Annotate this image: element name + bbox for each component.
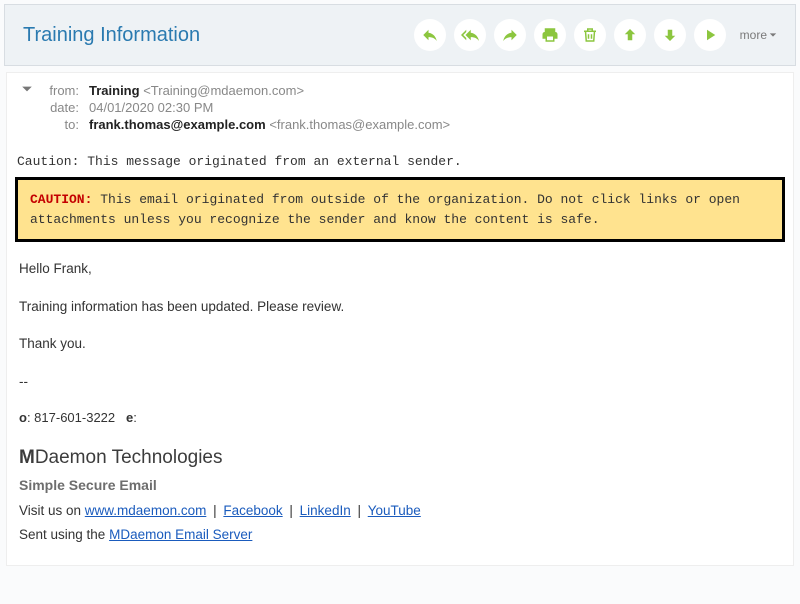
external-warning-banner: CAUTION: This email originated from outs… xyxy=(15,177,785,242)
company-tagline: Simple Secure Email xyxy=(19,474,781,496)
play-icon xyxy=(701,26,719,44)
chevron-down-icon xyxy=(21,83,33,95)
contact-line: o: 817-601-3222 e: xyxy=(19,408,781,429)
visit-prefix: Visit us on xyxy=(19,503,85,518)
from-value: Training <Training@mdaemon.com> xyxy=(89,83,304,98)
social-links: Visit us on www.mdaemon.com | Facebook |… xyxy=(19,500,781,522)
delete-button[interactable] xyxy=(574,19,606,51)
previous-button[interactable] xyxy=(614,19,646,51)
forward-icon xyxy=(501,26,519,44)
reply-button[interactable] xyxy=(414,19,446,51)
link-website[interactable]: www.mdaemon.com xyxy=(85,503,207,518)
thanks: Thank you. xyxy=(19,333,781,355)
message-body: Caution: This message originated from an… xyxy=(6,144,794,566)
header-date-row: date: 04/01/2020 02:30 PM xyxy=(21,100,773,115)
email-content: Hello Frank, Training information has be… xyxy=(7,252,793,565)
message-headers: from: Training <Training@mdaemon.com> da… xyxy=(6,72,794,144)
link-youtube[interactable]: YouTube xyxy=(368,503,421,518)
body-line-1: Training information has been updated. P… xyxy=(19,296,781,318)
to-address: <frank.thomas@example.com> xyxy=(269,117,450,132)
forward-button[interactable] xyxy=(494,19,526,51)
more-menu[interactable]: more xyxy=(740,28,777,42)
plain-caution-line: Caution: This message originated from an… xyxy=(7,144,793,175)
company-block: MDaemon Technologies Simple Secure Email xyxy=(19,443,781,496)
email-value: : xyxy=(133,410,137,425)
warning-prefix: CAUTION: xyxy=(30,192,92,207)
to-value: frank.thomas@example.com <frank.thomas@e… xyxy=(89,117,450,132)
from-name: Training xyxy=(89,83,140,98)
date-value: 04/01/2020 02:30 PM xyxy=(89,100,213,115)
reply-all-icon xyxy=(461,26,479,44)
office-label: o xyxy=(19,410,27,425)
down-arrow-icon xyxy=(661,26,679,44)
header-to-row: to: frank.thomas@example.com <frank.thom… xyxy=(21,117,773,132)
sent-using: Sent using the MDaemon Email Server xyxy=(19,524,781,546)
link-facebook[interactable]: Facebook xyxy=(223,503,282,518)
signature-separator: -- xyxy=(19,371,781,393)
delete-icon xyxy=(581,26,599,44)
to-label: to: xyxy=(39,117,79,132)
print-button[interactable] xyxy=(534,19,566,51)
next-button[interactable] xyxy=(654,19,686,51)
link-mdaemon-server[interactable]: MDaemon Email Server xyxy=(109,527,252,542)
subject-title: Training Information xyxy=(23,24,200,47)
from-label: from: xyxy=(39,83,79,98)
company-name: MDaemon Technologies xyxy=(19,443,781,473)
from-address: <Training@mdaemon.com> xyxy=(143,83,304,98)
greeting: Hello Frank, xyxy=(19,258,781,280)
expand-headers-toggle[interactable] xyxy=(21,83,35,98)
reply-all-button[interactable] xyxy=(454,19,486,51)
warning-text: This email originated from outside of th… xyxy=(30,192,740,227)
reply-icon xyxy=(421,26,439,44)
date-label: date: xyxy=(39,100,79,115)
up-arrow-icon xyxy=(621,26,639,44)
office-phone: : 817-601-3222 xyxy=(27,410,115,425)
chevron-down-icon xyxy=(769,31,777,39)
link-linkedin[interactable]: LinkedIn xyxy=(300,503,351,518)
toolbar-actions: more xyxy=(414,19,777,51)
to-name: frank.thomas@example.com xyxy=(89,117,266,132)
header-from-row: from: Training <Training@mdaemon.com> xyxy=(21,83,773,98)
more-label: more xyxy=(740,28,767,42)
play-button[interactable] xyxy=(694,19,726,51)
print-icon xyxy=(541,26,559,44)
sent-prefix: Sent using the xyxy=(19,527,109,542)
signature-block: o: 817-601-3222 e: MDaemon Technologies … xyxy=(19,408,781,545)
message-toolbar: Training Information more xyxy=(4,4,796,66)
